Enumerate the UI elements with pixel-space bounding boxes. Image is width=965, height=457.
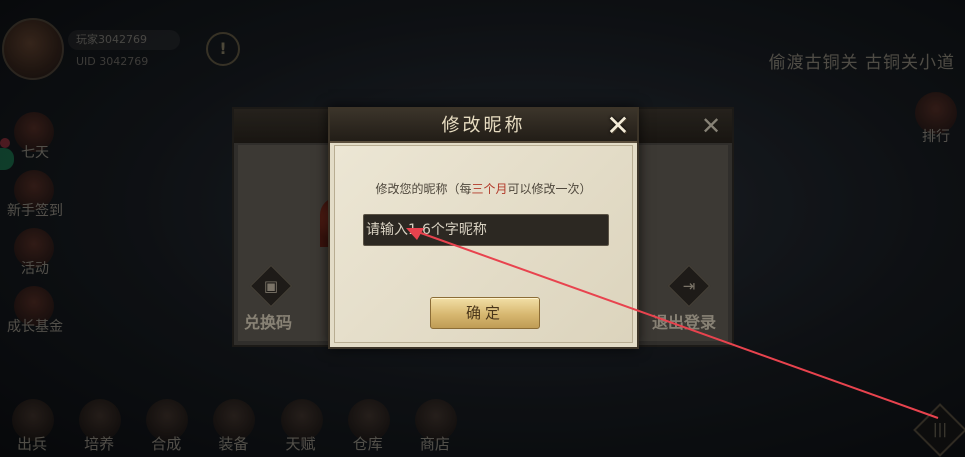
confirm-button[interactable]: 确定 (430, 297, 540, 329)
nickname-input[interactable] (366, 215, 608, 245)
dialog-header: 修改昵称 ✕ (330, 109, 637, 143)
dialog-body: 修改您的昵称（每三个月可以修改一次） 确定 (334, 145, 633, 343)
hint-accent: 三个月 (471, 182, 508, 196)
nickname-input-box[interactable] (363, 214, 609, 246)
close-icon[interactable]: ✕ (602, 110, 634, 142)
nickname-hint: 修改您的昵称（每三个月可以修改一次） (335, 180, 632, 197)
change-nickname-dialog: 修改昵称 ✕ 修改您的昵称（每三个月可以修改一次） 确定 (328, 107, 639, 349)
hint-suffix: 可以修改一次） (507, 182, 592, 196)
hint-prefix: 修改您的昵称（每 (375, 182, 472, 196)
dialog-title: 修改昵称 (441, 115, 526, 136)
